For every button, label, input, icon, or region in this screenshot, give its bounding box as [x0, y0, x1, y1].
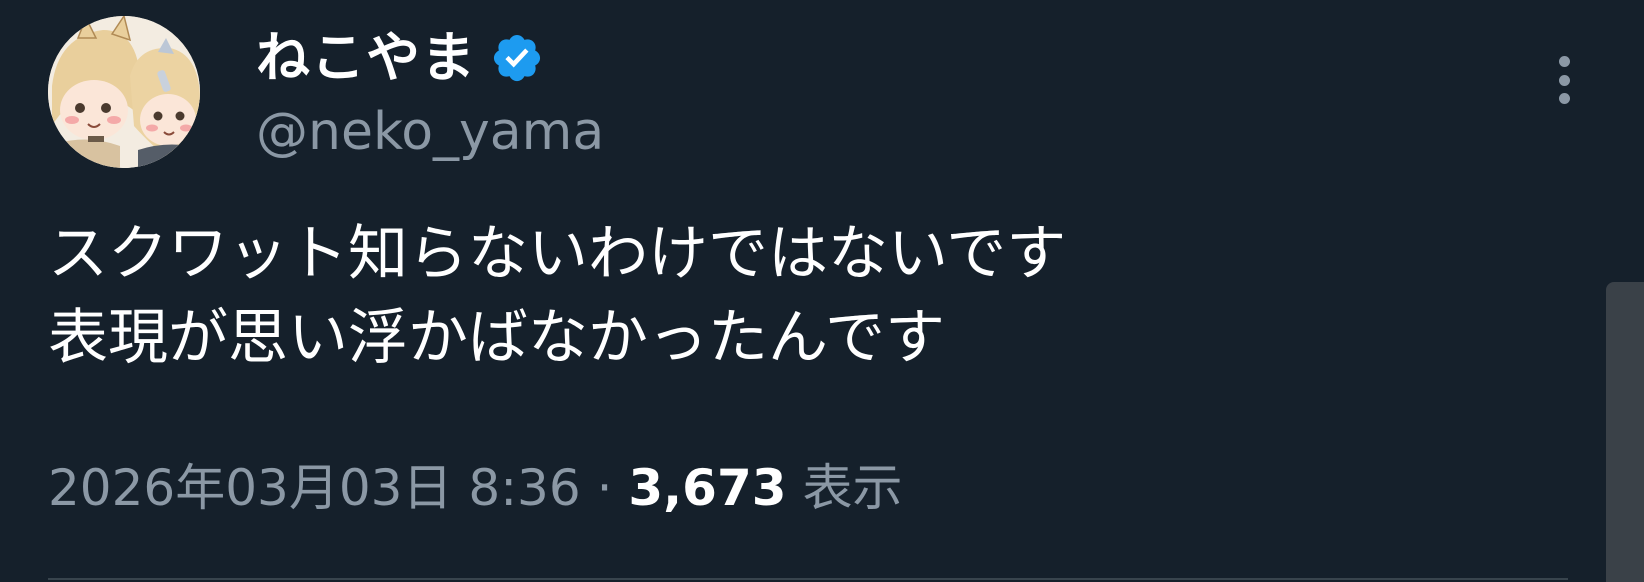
avatar-illustration-icon [48, 16, 200, 168]
more-options-icon-dot [1558, 93, 1570, 104]
tweet-card: ねこやま @neko_yama スクワット知らないわけではないです 表現が思い浮… [0, 0, 1644, 582]
views-count: 3,673 [628, 459, 787, 517]
tweet-text-line: スクワット知らないわけではないです [48, 219, 1067, 289]
more-options-icon [1558, 56, 1570, 67]
author-name-row: ねこやま [256, 22, 544, 94]
author-handle[interactable]: @neko_yama [256, 100, 604, 164]
tweet-timestamp[interactable]: 2026年03月03日 8:36 [48, 459, 581, 517]
views-label: 表示 [802, 459, 903, 517]
meta-separator: · [596, 459, 613, 517]
more-options-icon-dot [1558, 74, 1570, 86]
tweet-text: スクワット知らないわけではないです 表現が思い浮かばなかったんです [48, 212, 1488, 380]
more-options-button[interactable] [1538, 50, 1590, 110]
scrollbar-thumb[interactable] [1606, 282, 1644, 582]
tweet-text-line: 表現が思い浮かばなかったんです [48, 303, 945, 373]
divider [48, 578, 1568, 580]
author-avatar[interactable] [48, 16, 200, 168]
tweet-meta: 2026年03月03日 8:36 · 3,673 表示 [48, 452, 902, 524]
verified-badge-icon [493, 34, 541, 82]
author-display-name[interactable]: ねこやま [256, 22, 476, 94]
